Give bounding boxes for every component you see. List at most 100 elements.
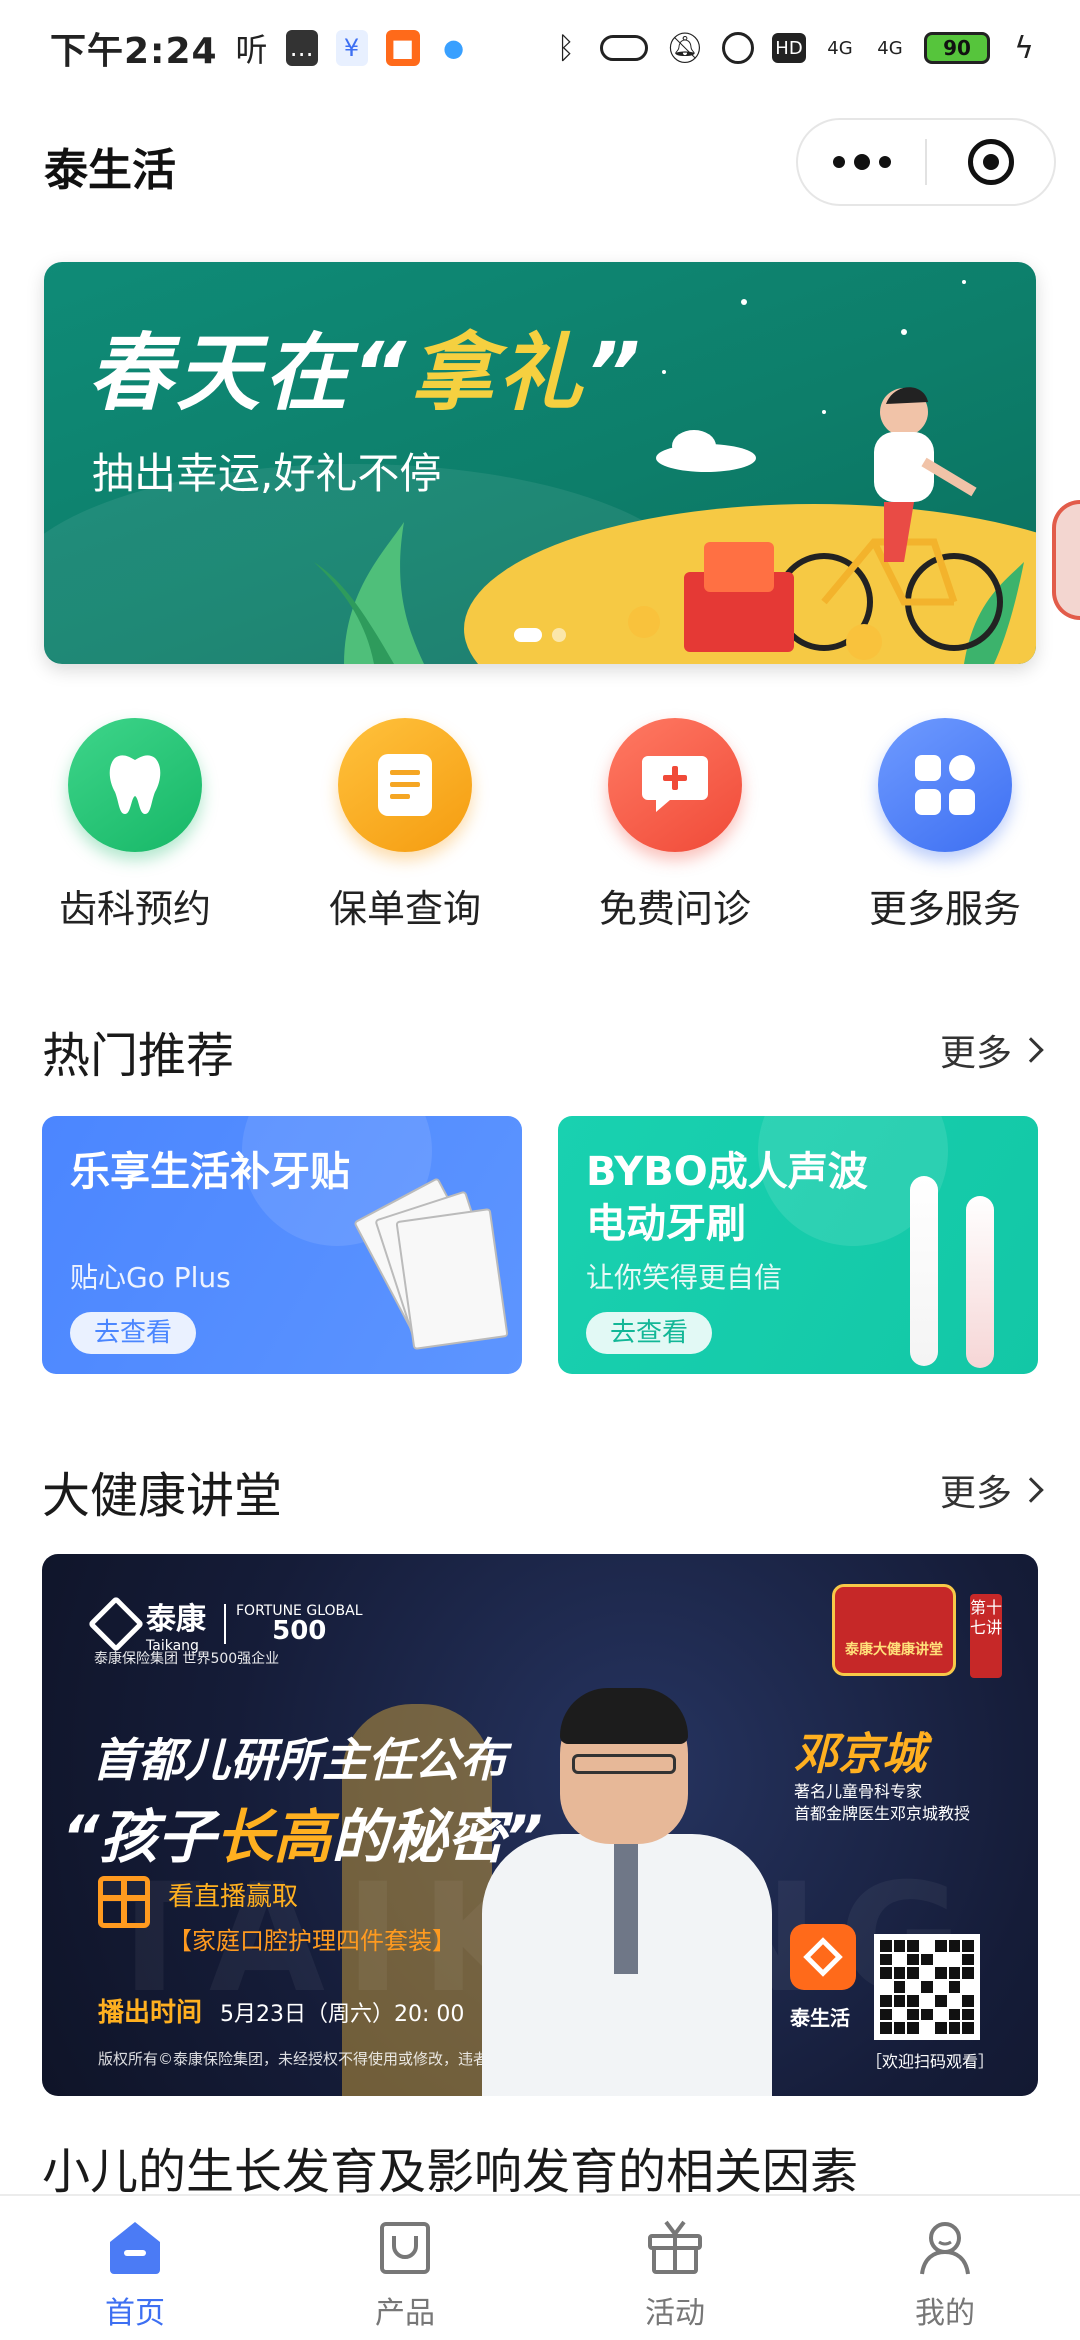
promo-banner[interactable]: 春天在“拿礼” 抽出幸运,好礼不停 <box>44 262 1036 664</box>
app-logo-icon <box>790 1924 856 1990</box>
lecture-series-badge: 泰康大健康讲堂 <box>832 1584 956 1676</box>
service-free-consultation[interactable]: 免费问诊 <box>540 718 810 933</box>
chevron-right-icon <box>1018 1477 1044 1503</box>
bottom-tab-bar: 首页 产品 活动 我的 <box>0 2194 1080 2340</box>
service-grid: 齿科预约 保单查询 免费问诊 更多服务 <box>0 718 1080 933</box>
tab-home[interactable]: 首页 <box>0 2196 270 2340</box>
status-bar: 下午2:24 听 … ¥ ■ ● ᛒ 🔕︎ HD 4G 4G 90 ϟ <box>0 0 1080 96</box>
service-policy-query[interactable]: 保单查询 <box>270 718 540 933</box>
chevron-right-icon <box>1018 1037 1044 1063</box>
tab-me[interactable]: 我的 <box>810 2196 1080 2340</box>
more-dots-icon <box>832 156 845 168</box>
page-title: 泰生活 <box>44 145 176 196</box>
poster-headline-1: 首都儿研所主任公布 <box>92 1733 506 1787</box>
card-title: BYBO成人声波电动牙刷 <box>586 1149 868 1247</box>
section-title-hot: 热门推荐 <box>42 1028 235 1084</box>
card-view-button[interactable]: 去查看 <box>586 1312 712 1354</box>
qr-code-icon <box>874 1934 980 2040</box>
more-label: 更多 <box>939 1473 1012 1514</box>
lecture-poster[interactable]: TAIKANG 泰康 Taikang FORTUNE GLOBAL 500 泰康… <box>42 1554 1038 2096</box>
capsule-menu <box>796 118 1056 206</box>
app-notification-icon-orange: ■ <box>385 30 420 66</box>
doctor-tie <box>614 1844 638 1974</box>
tab-label: 产品 <box>375 2296 435 2331</box>
copyright-text: 版权所有©泰康保险集团，未经授权不得使用或修改，违者必究！ <box>98 2050 534 2068</box>
service-label: 保单查询 <box>328 887 481 931</box>
banner-pagination <box>514 628 566 642</box>
recommend-card-toothbrush[interactable]: BYBO成人声波电动牙刷 让你笑得更自信 去查看 <box>558 1116 1038 1374</box>
headline-highlight: 长高 <box>215 1803 332 1871</box>
card-view-button[interactable]: 去查看 <box>70 1312 196 1354</box>
banner-title-suffix: ” <box>586 324 645 422</box>
banner-title-highlight: 拿礼 <box>410 324 587 422</box>
chat-plus-icon <box>608 718 742 852</box>
target-icon <box>967 139 1014 185</box>
air-time-row: 播出时间 5月23日（周六）20: 00 <box>98 1992 464 2029</box>
lecture-more-link[interactable]: 更多 <box>939 1464 1044 1516</box>
service-label: 免费问诊 <box>598 887 751 931</box>
tab-products[interactable]: 产品 <box>270 2196 540 2340</box>
close-mini-program-button[interactable] <box>927 120 1054 204</box>
gift-detail: 【家庭口腔护理四件套装】 <box>168 1927 456 1955</box>
battery-icon: 90 <box>924 32 990 64</box>
hot-more-link[interactable]: 更多 <box>939 1024 1044 1076</box>
air-time-label: 播出时间 <box>98 1998 203 2028</box>
brand-subtitle: 泰康保险集团 世界500强企业 <box>94 1651 280 1667</box>
bag-icon <box>380 2222 430 2274</box>
charging-icon: ϟ <box>1014 30 1034 66</box>
mute-icon: 🔕︎ <box>665 30 704 66</box>
user-icon <box>920 2222 970 2275</box>
episode-number: 第十七讲 <box>970 1594 1002 1678</box>
more-label: 更多 <box>939 1033 1012 1074</box>
banner-title-prefix: 春天在“ <box>88 324 411 422</box>
message-icon: … <box>285 30 318 66</box>
tab-label: 首页 <box>105 2296 165 2331</box>
grid-icon <box>878 718 1012 852</box>
status-time: 下午2:24 <box>50 31 218 72</box>
fortune-number: 500 <box>272 1616 327 1646</box>
gift-icon <box>98 1876 150 1928</box>
service-more[interactable]: 更多服务 <box>810 718 1080 933</box>
doctor-photo <box>482 1688 772 2096</box>
doctor-title: 著名儿童骨科专家 <box>794 1782 923 1801</box>
more-dots-icon-center <box>853 154 870 170</box>
headline-part: “孩子 <box>62 1803 216 1871</box>
gift-icon <box>648 2220 702 2274</box>
taikang-logo: 泰康 Taikang FORTUNE GLOBAL 500 <box>87 1594 363 1654</box>
tooth-icon <box>68 718 202 852</box>
tab-label: 活动 <box>645 2296 705 2331</box>
service-dental-appointment[interactable]: 齿科预约 <box>0 718 270 933</box>
card-subtitle: 让你笑得更自信 <box>586 1261 783 1294</box>
section-title-lecture: 大健康讲堂 <box>42 1468 283 1524</box>
tab-label: 我的 <box>915 2296 975 2331</box>
tab-activities[interactable]: 活动 <box>540 2196 810 2340</box>
signal-icon-1: 4G <box>827 37 853 59</box>
signal-icon-2: 4G <box>877 37 903 59</box>
floating-mascot-icon[interactable] <box>1052 500 1080 620</box>
more-options-button[interactable] <box>798 120 925 204</box>
banner-subtitle: 抽出幸运,好礼不停 <box>92 449 442 498</box>
home-icon <box>110 2222 160 2274</box>
mini-program-header: 泰生活 <box>0 110 1080 220</box>
poster-headline-2: “孩子长高的秘密” <box>62 1790 543 1874</box>
toothbrush-white-image <box>910 1176 938 1366</box>
air-time-value: 5月23日（周六）20: 00 <box>220 2002 465 2027</box>
fortune-badge: FORTUNE GLOBAL 500 <box>224 1604 363 1644</box>
article-title[interactable]: 小儿的生长发育及影响发育的相关因素 <box>42 2132 858 2202</box>
service-label: 齿科预约 <box>58 887 211 931</box>
app-logo-label: 泰生活 <box>790 2006 850 2030</box>
doctor-name: 邓京城 <box>794 1729 926 1780</box>
document-icon <box>338 718 472 852</box>
qr-code-label: ［欢迎扫码观看］ <box>866 2052 995 2071</box>
vibrate-icon <box>599 35 648 61</box>
taikang-logo-icon <box>87 1595 145 1653</box>
pagination-dot <box>552 628 566 642</box>
location-icon: ● <box>443 34 465 62</box>
gift-promo: 看直播赢取 【家庭口腔护理四件套装】 <box>98 1876 456 1956</box>
card-title: 乐享生活补牙贴 <box>70 1149 350 1195</box>
recommend-card-tooth-patch[interactable]: 乐享生活补牙贴 贴心Go Plus 去查看 <box>42 1116 522 1374</box>
doctor-glasses <box>572 1754 676 1774</box>
app-notification-icon: ¥ <box>335 30 368 66</box>
more-dots-icon-right <box>878 156 891 168</box>
doctor-subtitle: 首都金牌医生邓京城教授 <box>794 1804 971 1823</box>
